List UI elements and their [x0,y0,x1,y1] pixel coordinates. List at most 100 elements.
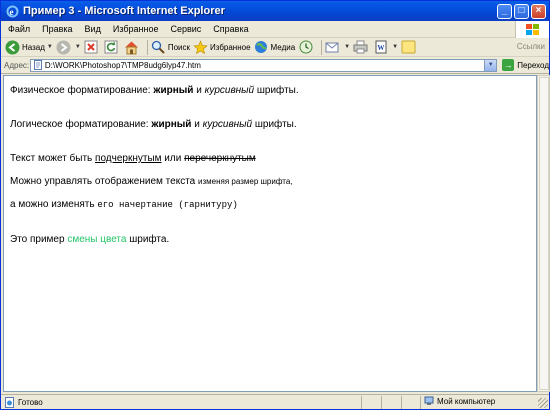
search-label: Поиск [167,42,190,52]
address-bar: Адрес: D:\WORK\Photoshop7\TMP8udg6lyp47.… [1,57,549,74]
edit-button[interactable]: W ▼ [373,39,398,56]
media-button[interactable]: Медиа [254,39,296,56]
menu-edit[interactable]: Правка [37,24,77,34]
status-divider [401,396,402,409]
printer-icon [353,40,368,55]
back-button[interactable]: Назад ▼ [5,39,53,56]
line-text: шрифты. [252,119,297,130]
my-computer-icon [424,396,434,405]
history-icon [298,40,313,55]
stop-icon [84,40,99,55]
favorites-button[interactable]: Избранное [193,39,251,56]
resize-grip[interactable] [538,398,548,408]
small-text: изменяя размер шрифта, [198,177,293,186]
line-text: Можно управлять отображением текста [10,176,199,187]
edit-dropdown-icon[interactable]: ▼ [392,44,398,50]
colored-text: смены цвета [67,234,127,245]
italic-text: курсивный [204,85,255,96]
status-text: Готово [18,397,43,407]
media-label: Медиа [270,42,296,52]
forward-button[interactable]: ▼ [56,39,81,56]
search-icon [151,40,166,55]
line-text: Логическое форматирование: [10,119,152,130]
status-divider [361,396,362,409]
mail-icon [325,40,340,55]
minimize-button[interactable]: _ [497,3,512,19]
menu-file[interactable]: Файл [3,24,35,34]
back-dropdown-icon[interactable]: ▼ [47,44,53,50]
forward-arrow-icon [56,40,71,55]
line-text: шрифты. [254,85,299,96]
mail-dropdown-icon[interactable]: ▼ [344,44,350,50]
toolbar-separator [146,39,148,55]
page-content: Физическое форматирование: жирный и курс… [3,75,537,392]
windows-flag-icon [515,21,549,38]
go-button[interactable]: → Переход [502,59,549,71]
discuss-button[interactable] [401,39,418,56]
window-title: Пример 3 - Microsoft Internet Explorer [23,5,225,17]
status-divider [420,396,421,409]
line-text: или [161,153,185,164]
favorites-label: Избранное [210,42,251,52]
refresh-button[interactable] [104,39,121,56]
security-zone: Мой компьютер [424,396,495,406]
back-arrow-icon [5,40,20,55]
history-button[interactable] [298,39,315,56]
menu-favorites[interactable]: Избранное [108,24,164,34]
toolbar: Назад ▼ ▼ Поиск Избранное Медиа ▼ W ▼ Сс… [1,38,549,57]
print-button[interactable] [353,39,370,56]
menu-bar: Файл Правка Вид Избранное Сервис Справка [1,21,549,38]
page-done-icon [5,396,14,408]
color-line: Это пример смены цвета шрифта. [10,233,530,246]
close-button[interactable]: × [531,3,546,19]
underlined-text: подчеркнутым [95,153,162,164]
em-text: курсивный [202,119,253,130]
mail-button[interactable]: ▼ [325,39,350,56]
forward-dropdown-icon[interactable]: ▼ [75,44,81,50]
strikethrough-text: перечеркнутым [184,153,256,164]
svg-text:e: e [9,7,13,17]
links-label[interactable]: Ссылки [517,42,545,51]
maximize-button[interactable]: □ [514,3,529,19]
zone-text: Мой компьютер [437,396,496,406]
address-input[interactable]: D:\WORK\Photoshop7\TMP8udg6lyp47.htm ▼ [29,58,498,72]
menu-help[interactable]: Справка [208,24,253,34]
browser-window: e Пример 3 - Microsoft Internet Explorer… [0,0,550,410]
scrollbar-thumb[interactable] [539,77,549,390]
strong-text: жирный [151,119,192,130]
font-size-line: Можно управлять отображением текста изме… [10,175,530,188]
menu-tools[interactable]: Сервис [165,24,206,34]
status-bar: Готово Мой компьютер [1,394,549,409]
ie-logo-icon: e [5,4,19,18]
status-divider [381,396,382,409]
title-bar[interactable]: e Пример 3 - Microsoft Internet Explorer… [1,1,549,21]
line-text: Физическое форматирование: [10,85,154,96]
line-text: а можно изменять [10,199,98,210]
home-button[interactable] [124,39,141,56]
bold-text: жирный [153,85,194,96]
line-text: и [193,85,205,96]
search-button[interactable]: Поиск [151,39,190,56]
note-icon [401,40,416,55]
go-arrow-icon: → [502,59,515,71]
page-icon [33,60,42,70]
menu-view[interactable]: Вид [80,24,106,34]
home-icon [124,40,139,55]
line-text: и [191,119,203,130]
typeface-line: а можно изменять его начертание (гарниту… [10,198,530,212]
line-text: Это пример [10,234,68,245]
vertical-scrollbar[interactable] [537,75,550,392]
star-icon [193,39,208,55]
logical-formatting-line: Логическое форматирование: жирный и курс… [10,118,530,131]
stop-button[interactable] [84,39,101,56]
address-dropdown-icon[interactable]: ▼ [484,59,497,71]
media-globe-icon [254,40,269,55]
underline-strike-line: Текст может быть подчеркнутым или перече… [10,152,530,165]
address-value[interactable]: D:\WORK\Photoshop7\TMP8udg6lyp47.htm [45,61,484,70]
word-doc-icon: W [373,40,388,55]
refresh-icon [104,40,119,55]
line-text: Текст может быть [10,153,96,164]
go-label: Переход [517,60,549,70]
line-text: шрифта. [126,234,170,245]
address-label: Адрес: [4,60,30,70]
